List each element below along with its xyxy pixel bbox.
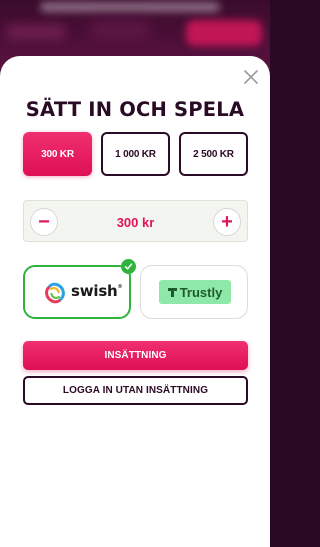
payment-option-trustly[interactable]: Trustly [140, 265, 248, 319]
check-icon [121, 259, 136, 274]
blurred-cta-button [186, 20, 262, 46]
modal-title: SÄTT IN OCH SPELA [25, 98, 245, 121]
payment-option-swish[interactable]: swish® [23, 259, 136, 319]
amount-option-2500[interactable]: 2 500 KR [179, 132, 248, 176]
decrease-amount-button[interactable]: − [30, 208, 58, 236]
blurred-header-text [40, 2, 220, 12]
amount-value[interactable]: 300 kr [64, 201, 207, 243]
amount-option-300[interactable]: 300 KR [23, 132, 92, 176]
deposit-button[interactable]: INSÄTTNING [23, 341, 248, 370]
trustly-logo-icon [167, 287, 177, 297]
blurred-nav [90, 20, 150, 40]
amount-stepper: − 300 kr + [23, 200, 248, 242]
amount-option-1000[interactable]: 1 000 KR [101, 132, 170, 176]
increase-amount-button[interactable]: + [213, 208, 241, 236]
amount-options: 300 KR 1 000 KR 2 500 KR [23, 132, 248, 176]
payment-methods: swish® Trustly [23, 259, 248, 319]
close-icon [244, 70, 258, 84]
deposit-modal: SÄTT IN OCH SPELA 300 KR 1 000 KR 2 500 … [0, 56, 270, 547]
swish-logo-icon [45, 282, 65, 304]
swish-label: swish® [71, 282, 123, 300]
trustly-logo: Trustly [159, 280, 231, 304]
trustly-label: Trustly [179, 284, 223, 300]
close-button[interactable] [242, 68, 260, 86]
blurred-logo [6, 24, 66, 40]
login-without-deposit-button[interactable]: LOGGA IN UTAN INSÄTTNING [23, 376, 248, 405]
